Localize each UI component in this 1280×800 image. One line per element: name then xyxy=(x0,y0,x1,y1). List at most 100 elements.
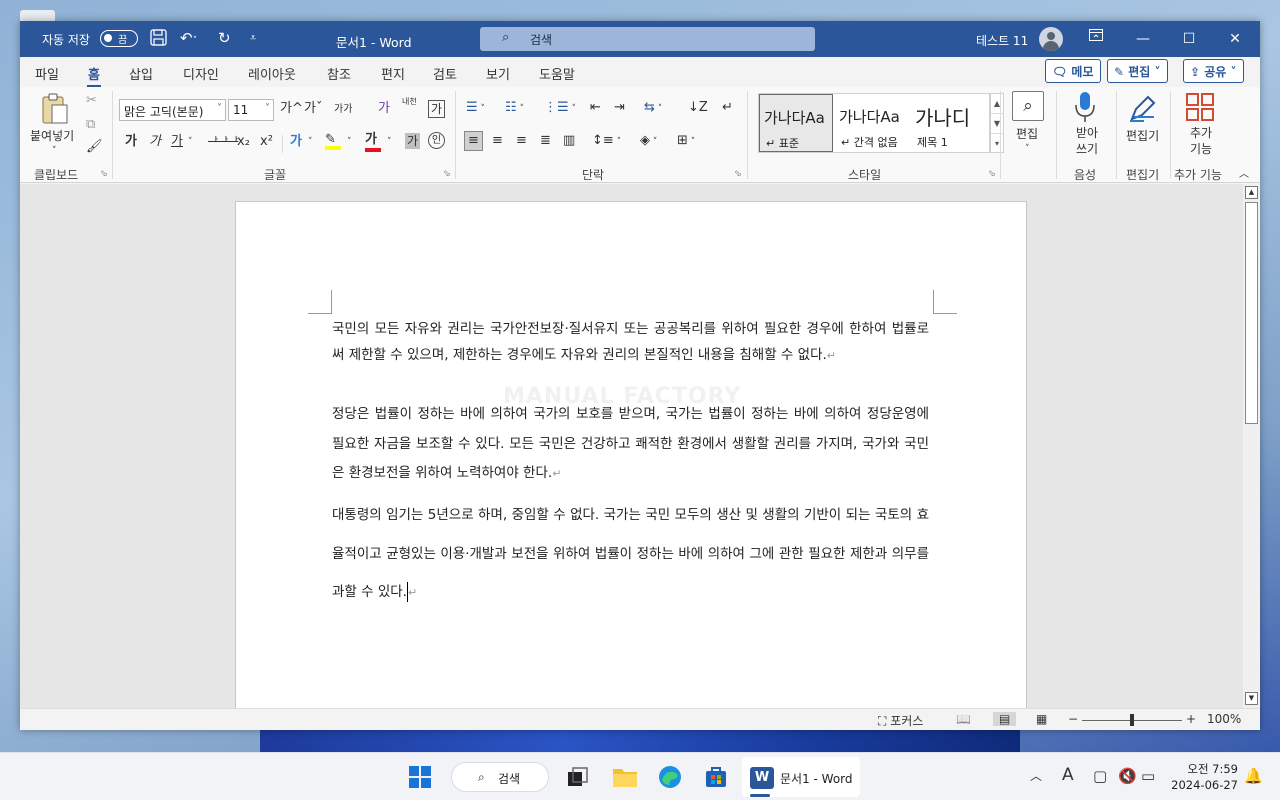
share-button[interactable]: ⇪ 공유 ˅ xyxy=(1183,59,1244,83)
sort-asian-icon[interactable]: ⇆ ˅ xyxy=(644,100,662,117)
scroll-up-icon[interactable]: ▲ xyxy=(1245,186,1258,199)
tab-design[interactable]: 디자인 xyxy=(183,64,219,83)
numbering-icon[interactable]: ☷ ˅ xyxy=(505,100,524,117)
paragraph-launcher-icon[interactable]: ⬂ xyxy=(734,169,742,179)
chevron-down-icon[interactable]: ˅ xyxy=(1025,141,1030,157)
close-button[interactable]: ✕ xyxy=(1212,21,1258,57)
italic-icon[interactable]: 가 xyxy=(149,134,161,150)
change-case-icon[interactable]: 가가 xyxy=(334,102,352,118)
user-avatar-icon[interactable] xyxy=(1039,27,1063,51)
strikethrough-icon[interactable]: ᅡᅡᅡ xyxy=(208,134,238,150)
format-painter-icon[interactable]: 🖌 xyxy=(86,139,103,155)
document-area[interactable]: MANUAL FACTORY 국민의 모든 자유와 권리는 국가안전보장·질서유… xyxy=(20,184,1243,708)
zoom-slider-knob[interactable] xyxy=(1130,714,1134,726)
underline-icon[interactable]: 가 xyxy=(171,134,183,150)
more-styles-icon[interactable]: ▾ xyxy=(991,134,1003,154)
store-icon[interactable] xyxy=(704,765,728,789)
phonetic-guide-icon[interactable]: 내천 xyxy=(402,97,422,106)
save-icon[interactable] xyxy=(150,29,167,50)
notifications-icon[interactable]: 🔔 xyxy=(1244,767,1263,785)
taskbar-search[interactable]: ⌕ 검색 xyxy=(451,762,549,792)
tab-insert[interactable]: 삽입 xyxy=(129,64,153,83)
font-name-combo[interactable]: 맑은 고딕(본문) ˅ xyxy=(119,99,226,121)
chevron-up-icon[interactable]: ▲ xyxy=(991,94,1003,114)
edge-icon[interactable] xyxy=(658,765,682,789)
align-left-icon[interactable]: ≡ xyxy=(464,131,483,151)
chevron-down-icon[interactable]: ˅ xyxy=(308,134,313,150)
highlight-icon[interactable]: ✎ xyxy=(325,132,341,150)
web-layout-icon[interactable]: ▦ xyxy=(1036,712,1047,726)
justify-icon[interactable]: ≣ xyxy=(540,133,551,149)
addins-icon[interactable] xyxy=(1186,93,1214,126)
styles-launcher-icon[interactable]: ⬂ xyxy=(988,169,996,179)
paragraph-1[interactable]: 국민의 모든 자유와 권리는 국가안전보장·질서유지 또는 공공복리를 위하여 … xyxy=(332,316,929,369)
styles-scroll[interactable]: ▲ ▼ ▾ xyxy=(990,93,1004,153)
addins-button-label[interactable]: 추가 기능 xyxy=(1186,125,1216,157)
battery-icon[interactable]: ▭ xyxy=(1141,767,1155,785)
bold-icon[interactable]: 가 xyxy=(125,134,137,150)
zoom-out-icon[interactable]: − xyxy=(1068,712,1078,726)
style-heading-1[interactable]: 가나디 제목 1 xyxy=(911,94,985,152)
show-hidden-icons-icon[interactable]: ︿ xyxy=(1030,767,1042,784)
tab-file[interactable]: 파일 xyxy=(35,64,59,83)
device-icon[interactable]: ▢ xyxy=(1093,767,1107,785)
char-border-icon[interactable]: 가 xyxy=(428,100,446,118)
chevron-down-icon[interactable]: ˅ xyxy=(387,134,392,150)
tab-mailings[interactable]: 편지 xyxy=(381,64,405,83)
input-method-icon[interactable]: A xyxy=(1062,765,1074,785)
chevron-down-icon[interactable]: ˅ xyxy=(347,134,352,150)
taskbar-word-app[interactable]: W 문서1 - Word xyxy=(742,757,860,797)
maximize-button[interactable]: ☐ xyxy=(1166,21,1212,57)
scroll-down-icon[interactable]: ▼ xyxy=(1245,692,1258,705)
focus-button[interactable]: ⛶ 포커스 xyxy=(878,712,923,729)
text-effects-icon[interactable]: 가 xyxy=(290,134,302,150)
zoom-in-icon[interactable]: + xyxy=(1186,712,1196,726)
editor-button-label[interactable]: 편집기 xyxy=(1126,127,1159,144)
font-launcher-icon[interactable]: ⬂ xyxy=(443,169,451,179)
clear-format-icon[interactable]: 가 xyxy=(378,101,390,117)
style-normal[interactable]: 가나다Aa ↵ 표준 xyxy=(759,94,833,152)
task-view-icon[interactable] xyxy=(566,765,590,789)
microphone-icon[interactable] xyxy=(1074,91,1096,128)
dictate-button-label[interactable]: 받아쓰기 xyxy=(1072,125,1102,157)
tab-home[interactable]: 홈 xyxy=(87,64,101,88)
taskbar-clock[interactable]: 오전 7:59 2024-06-27 xyxy=(1170,761,1238,793)
font-color-icon[interactable]: 가 xyxy=(365,132,381,152)
zoom-level[interactable]: 100% xyxy=(1207,712,1241,726)
editing-button-label[interactable]: 편집 xyxy=(1016,125,1038,142)
scroll-thumb[interactable] xyxy=(1245,202,1258,424)
paragraph-2[interactable]: 정당은 법률이 정하는 바에 의하여 국가의 보호를 받으며, 국가는 법률이 … xyxy=(332,400,929,489)
show-marks-icon[interactable]: ↵ xyxy=(722,100,733,116)
line-spacing-icon[interactable]: ↕≡ ˅ xyxy=(592,133,621,150)
subscript-icon[interactable]: x₂ xyxy=(237,134,250,150)
tab-review[interactable]: 검토 xyxy=(433,64,457,83)
editor-icon[interactable] xyxy=(1128,93,1158,128)
paste-button-label[interactable]: 붙여넣기 xyxy=(30,127,74,144)
multilevel-list-icon[interactable]: ⋮☰ ˅ xyxy=(544,100,576,117)
undo-icon[interactable]: ↶˅ xyxy=(180,29,197,50)
paragraph-3[interactable]: 대통령의 임기는 5년으로 하며, 중임할 수 없다. 국가는 국민 모두의 생… xyxy=(332,496,929,613)
read-mode-icon[interactable]: 📖 xyxy=(956,712,971,726)
distribute-icon[interactable]: ▥ xyxy=(563,133,575,149)
shading-icon[interactable]: ◈ ˅ xyxy=(640,133,657,150)
collapse-ribbon-icon[interactable]: ︿ xyxy=(1239,167,1249,183)
chevron-down-icon[interactable]: ▼ xyxy=(991,114,1003,134)
vertical-scrollbar[interactable]: ▲ ▼ xyxy=(1243,184,1260,708)
page[interactable]: MANUAL FACTORY 국민의 모든 자유와 권리는 국가안전보장·질서유… xyxy=(235,201,1027,708)
tab-layout[interactable]: 레이아웃 xyxy=(248,64,296,83)
copy-icon[interactable]: ⧉ xyxy=(86,117,95,133)
clipboard-launcher-icon[interactable]: ⬂ xyxy=(100,169,108,179)
file-explorer-icon[interactable] xyxy=(612,765,637,789)
paste-dropdown-icon[interactable]: ˅ xyxy=(52,143,57,159)
tab-references[interactable]: 참조 xyxy=(327,64,351,83)
align-right-icon[interactable]: ≡ xyxy=(516,133,527,149)
grow-font-icon[interactable]: 가^ xyxy=(280,101,303,117)
find-icon[interactable]: ⌕ xyxy=(1012,91,1044,121)
enclose-char-icon[interactable]: 인 xyxy=(428,132,445,149)
borders-icon[interactable]: ⊞ ˅ xyxy=(677,133,695,150)
redo-icon[interactable]: ↻ xyxy=(218,29,231,47)
bullets-icon[interactable]: ☰ ˅ xyxy=(466,100,485,117)
editing-mode-button[interactable]: ✎ 편집 ˅ xyxy=(1107,59,1168,83)
title-search-box[interactable]: ⌕ 검색 xyxy=(480,27,815,51)
char-shading-icon[interactable]: 가 xyxy=(405,133,421,149)
